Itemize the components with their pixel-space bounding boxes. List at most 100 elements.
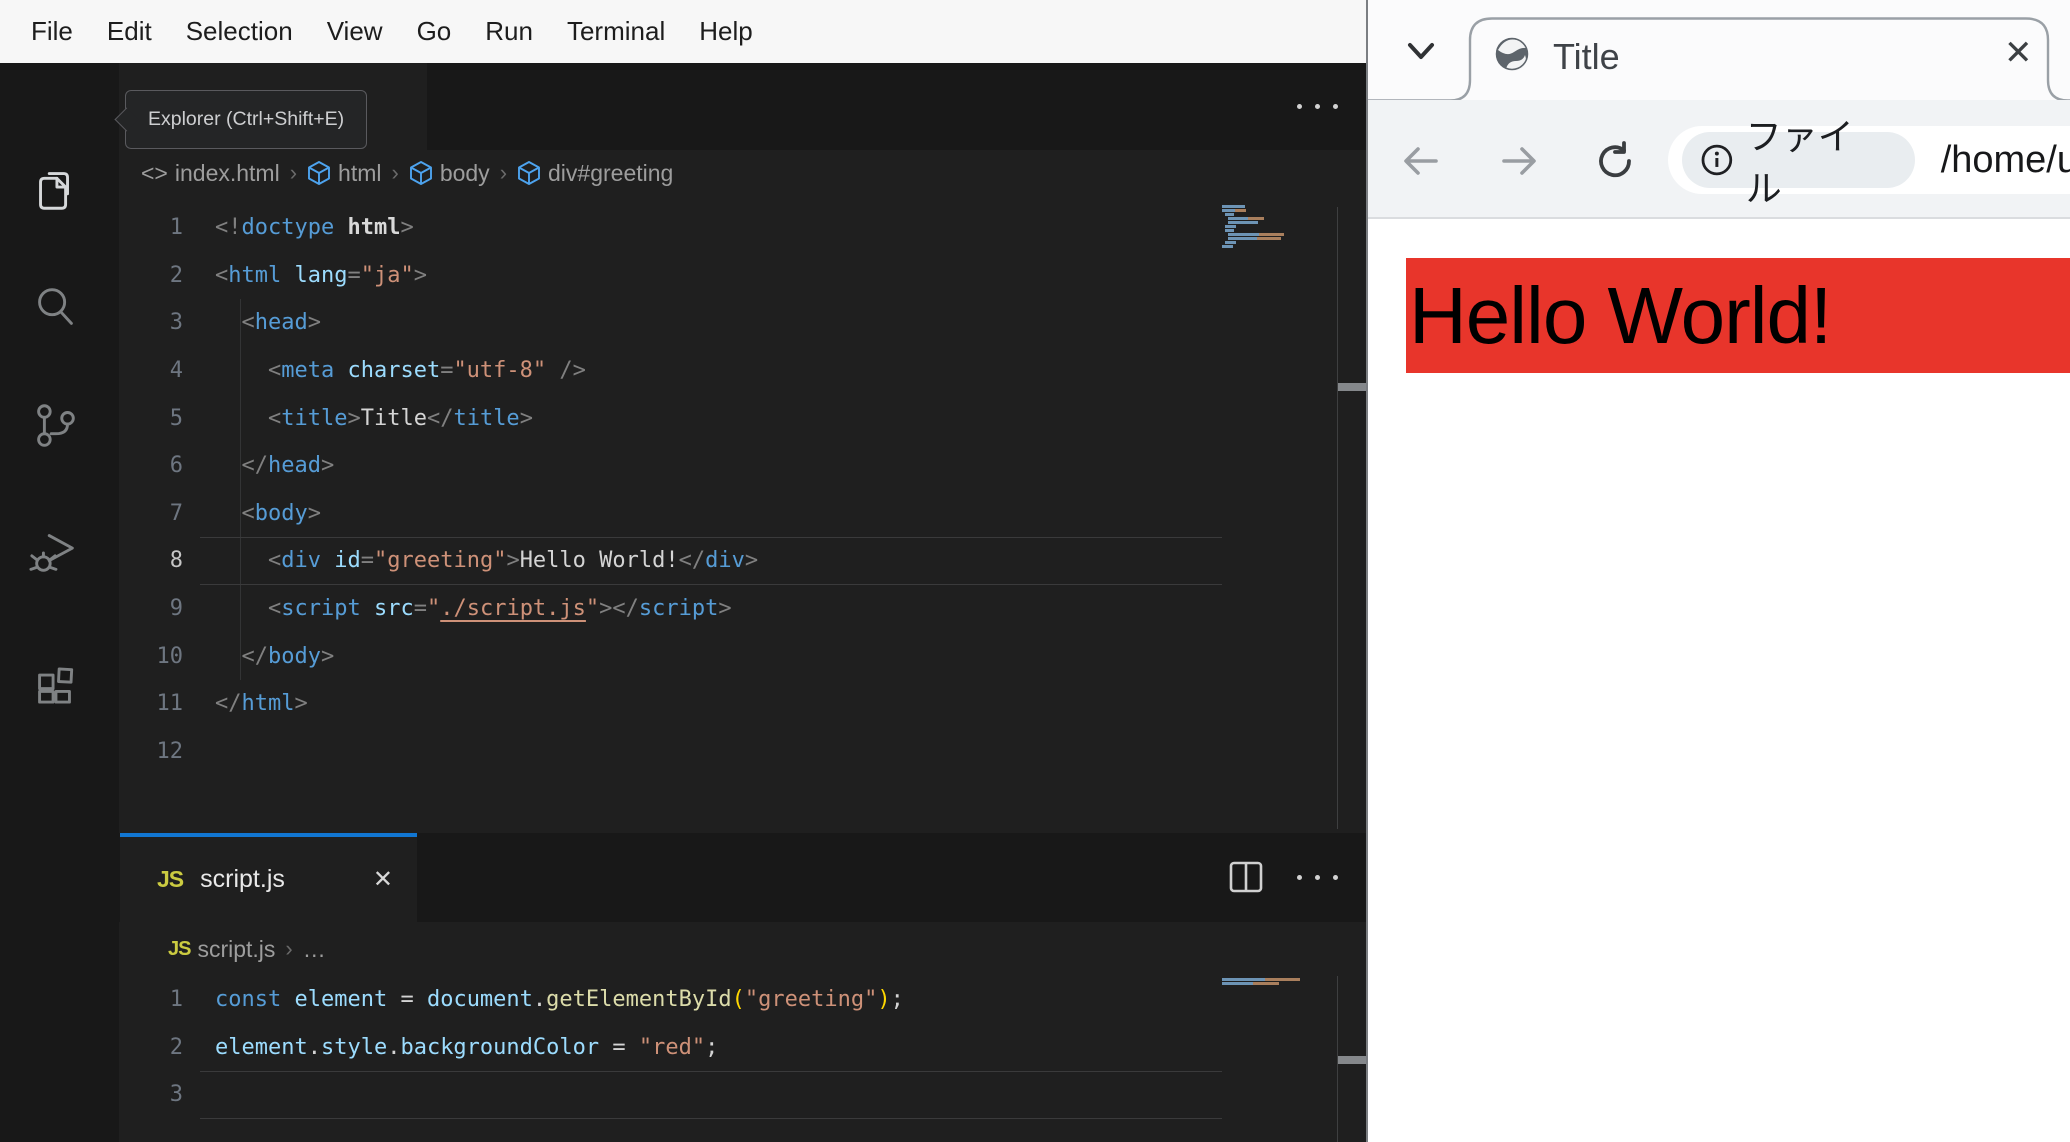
minimap[interactable]	[1222, 205, 1342, 253]
line-number: 3	[169, 1082, 183, 1108]
breadcrumb-html[interactable]: html	[307, 160, 381, 187]
browser-toolbar: ファイル /home/u	[1368, 100, 2070, 219]
current-line-highlight	[200, 537, 1222, 585]
tab-search-chevron-icon[interactable]	[1406, 40, 1436, 62]
file-scheme-chip[interactable]: ファイル	[1682, 116, 1915, 209]
js-breadcrumb: JS script.js › …	[119, 922, 1368, 976]
minimap-line	[1225, 241, 1342, 244]
editor-actions-more-icon[interactable]	[1297, 875, 1338, 880]
run-debug-icon[interactable]	[27, 523, 83, 579]
browser-tabstrip: Title ✕	[1368, 0, 2070, 102]
browser-tab-title[interactable]: Title	[1553, 36, 1620, 78]
breadcrumb-separator: ›	[289, 160, 298, 185]
chip-label: ファイル	[1745, 116, 1854, 209]
extensions-icon[interactable]	[27, 649, 83, 705]
minimap-line	[1222, 205, 1342, 208]
greeting-text: Hello World!	[1409, 270, 1832, 360]
tooltip-text: Explorer (Ctrl+Shift+E)	[125, 90, 368, 149]
explorer-tooltip: Explorer (Ctrl+Shift+E)	[114, 90, 368, 149]
back-icon[interactable]	[1400, 142, 1440, 180]
line-number: 3	[169, 310, 183, 336]
explorer-icon[interactable]	[27, 160, 83, 216]
menu-terminal[interactable]: Terminal	[550, 16, 682, 47]
forward-icon[interactable]	[1500, 142, 1540, 180]
line-number: 5	[169, 405, 183, 431]
scrollbar-track	[1337, 207, 1338, 829]
line-number: 6	[169, 453, 183, 479]
code-line: 11 </html>	[119, 680, 1368, 728]
code-line: 3 <head>	[119, 299, 1368, 347]
js-file-icon: JS	[157, 866, 184, 892]
code-line: 10 </body>	[119, 632, 1368, 680]
line-number: 1	[169, 987, 183, 1013]
code-line: 2 <html lang="ja">	[119, 252, 1368, 300]
menu-view[interactable]: View	[310, 16, 400, 47]
editor-actions-more-icon[interactable]	[1297, 104, 1338, 109]
minimap-line	[1225, 229, 1342, 232]
code-line: 7 <body>	[119, 490, 1368, 538]
menu-go[interactable]: Go	[400, 16, 469, 47]
breadcrumb-body[interactable]: body	[409, 160, 490, 187]
minimap-line	[1222, 249, 1342, 252]
menu-file[interactable]: File	[14, 16, 90, 47]
minimap-line	[1222, 986, 1342, 989]
breadcrumb-divgreeting[interactable]: div#greeting	[517, 160, 673, 187]
js-tabbar: JS script.js ✕	[119, 833, 1368, 922]
line-number: 7	[169, 500, 183, 526]
menu-edit[interactable]: Edit	[90, 16, 169, 47]
line-number: 10	[156, 643, 184, 669]
minimap-line	[1222, 245, 1342, 248]
code-line: 1 const element = document.getElementById…	[119, 976, 1368, 1024]
browser-viewport: Hello World!	[1368, 219, 2070, 1142]
minimap-line	[1222, 209, 1342, 212]
html-breadcrumb: <> index.html › html › body › div#greeting	[119, 150, 1368, 196]
code-line: 5 <title>Title</title>	[119, 394, 1368, 442]
code-line: 12	[119, 728, 1368, 776]
minimap-line	[1228, 237, 1342, 240]
split-editor-icon[interactable]	[1229, 861, 1263, 898]
breadcrumb-separator: ›	[285, 936, 293, 961]
close-tab-icon[interactable]: ✕	[373, 867, 393, 892]
source-control-icon[interactable]	[27, 398, 83, 454]
minimap[interactable]	[1222, 978, 1342, 990]
html-code-editor[interactable]: 1 <!doctype html> 2 <html lang="ja"> 3 <head…	[119, 196, 1368, 833]
line-number: 2	[169, 262, 183, 288]
menu-selection[interactable]: Selection	[169, 16, 310, 47]
js-file-icon: JS	[168, 937, 191, 960]
browser-window: Title ✕ ファイル /home/u Hello World!	[1368, 0, 2070, 1142]
menu-help[interactable]: Help	[682, 16, 769, 47]
scrollbar-thumb[interactable]	[1338, 1056, 1368, 1064]
breadcrumb-separator: ›	[499, 160, 508, 185]
vscode-menubar: File Edit Selection View Go Run Terminal Help	[0, 0, 1368, 63]
breadcrumb-file[interactable]: JS script.js	[168, 936, 275, 963]
html-file-icon: <>	[141, 159, 168, 186]
reload-icon[interactable]	[1594, 140, 1636, 182]
globe-favicon	[1495, 37, 1529, 71]
js-code-editor[interactable]: 1 const element = document.getElementById…	[119, 976, 1368, 1142]
current-line-highlight	[200, 1071, 1222, 1119]
breadcrumb-file[interactable]: <> index.html	[141, 160, 280, 187]
browser-tab-outline	[1368, 17, 2070, 102]
tab-script-js[interactable]: JS script.js ✕	[120, 833, 417, 922]
symbol-cube-icon	[518, 161, 540, 185]
menu-run[interactable]: Run	[468, 16, 550, 47]
search-icon[interactable]	[27, 279, 83, 335]
scrollbar-thumb[interactable]	[1338, 383, 1368, 391]
breadcrumb-symbol[interactable]: …	[303, 936, 326, 963]
line-number: 2	[169, 1034, 183, 1060]
activity-bar	[0, 63, 119, 1142]
code-line: 4 <meta charset="utf-8" />	[119, 347, 1368, 395]
code-line: 1 <!doctype html>	[119, 204, 1368, 252]
editor-area: <> index.html <>index.html›html›body›div…	[119, 63, 1368, 1142]
greeting-div: Hello World!	[1406, 258, 2070, 373]
minimap-line	[1222, 978, 1342, 981]
line-number: 12	[156, 738, 184, 764]
window-separator	[1366, 0, 1368, 1142]
minimap-line	[1225, 213, 1342, 216]
url-text: /home/u	[1940, 138, 2070, 181]
browser-tab-close-icon[interactable]: ✕	[2004, 36, 2033, 70]
info-icon	[1701, 144, 1733, 176]
code-line: 9 <script src="./script.js"></script>	[119, 585, 1368, 633]
minimap-line	[1228, 217, 1342, 220]
address-bar[interactable]: ファイル /home/u	[1668, 116, 2070, 209]
